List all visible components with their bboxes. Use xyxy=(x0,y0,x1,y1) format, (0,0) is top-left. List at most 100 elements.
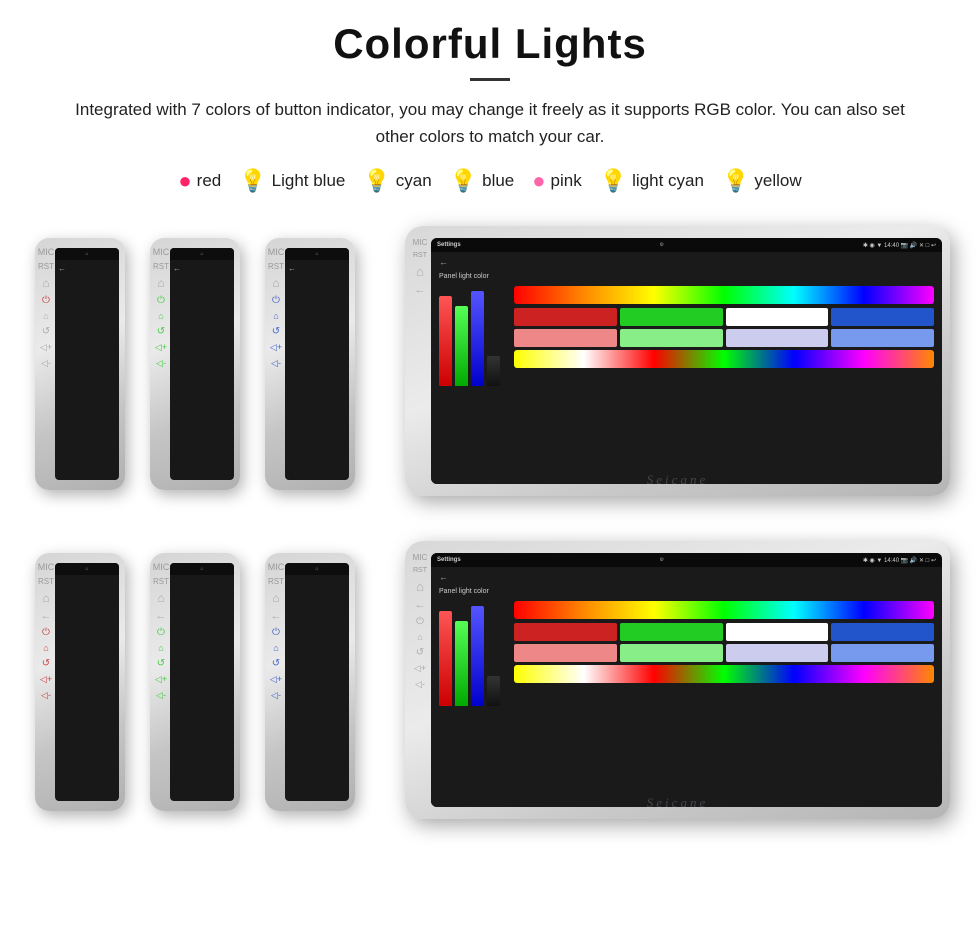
vol2-icon-3: ◁- xyxy=(271,358,281,369)
home2-b1: ⌂ xyxy=(43,643,48,653)
main-left-controls-bottom: MIC RST ⌂ ← ⏻ ⌂ ↺ ◁+ ◁- xyxy=(411,553,429,690)
small-device-b3: MIC RST ⌂ ← ⏻ ⌂ ↺ ◁+ ◁- ⌂ xyxy=(265,553,355,811)
vol-icon-2: ◁+ xyxy=(155,342,167,353)
settings-title-bottom: Settings xyxy=(437,557,461,563)
arrow-3: ← xyxy=(288,264,346,273)
rainbow-row3-top xyxy=(514,350,934,368)
screen-2: ⌂ ← xyxy=(170,248,234,480)
home-b1: ⌂ xyxy=(42,591,49,605)
arrow-b3: ← xyxy=(271,610,282,622)
bar-dark-top xyxy=(487,356,500,386)
screen-body-3: ← xyxy=(285,260,349,279)
rainbow-row3-bottom xyxy=(514,665,934,683)
vol2-b3: ◁- xyxy=(271,690,281,701)
color-item-yellow: 💡 yellow xyxy=(722,168,802,194)
main-vol2-bottom: ◁- xyxy=(415,679,425,690)
arrow-1: ← xyxy=(58,264,116,273)
color-label-cyan: cyan xyxy=(396,171,432,191)
screen-body-2: ← xyxy=(170,260,234,279)
mic-label-1: MIC xyxy=(38,248,55,257)
red-bulb-icon: ● xyxy=(178,168,191,194)
color-label-pink: pink xyxy=(551,171,582,191)
back-icon-2: ↺ xyxy=(157,326,165,337)
sw-green-bottom xyxy=(620,623,723,641)
main-home2-bottom: ⌂ xyxy=(417,632,422,642)
screen-b2: ⌂ xyxy=(170,563,234,801)
home-icon-2: ⌂ xyxy=(157,276,164,290)
sw-lblue-bottom xyxy=(831,644,934,662)
small-device-3: MIC RST ⌂ ⏻ ⌂ ↺ ◁+ ◁- ⌂ ← xyxy=(265,238,355,490)
arrow-2: ← xyxy=(173,264,231,273)
left-controls-b2: MIC RST ⌂ ← ⏻ ⌂ ↺ ◁+ ◁- xyxy=(154,563,168,701)
sw-blue-top xyxy=(831,308,934,326)
arrow-b2: ← xyxy=(156,610,167,622)
color-label-blue: blue xyxy=(482,171,514,191)
home-b2: ⌂ xyxy=(157,591,164,605)
bottom-device-row: MIC RST ⌂ ← ⏻ ⌂ ↺ ◁+ ◁- ⌂ MIC RST ⌂ ← ⏻ xyxy=(30,531,950,831)
sb-b3: ⌂ xyxy=(285,563,349,575)
back-icon-1: ↺ xyxy=(42,326,50,337)
blue-bulb-icon: 💡 xyxy=(450,168,477,194)
main-device-top: MIC RST ⌂ ← Settings ⚙ ✱ ◉ ▼ 14:40 📷 🔊 ✕… xyxy=(405,226,950,496)
main-back-top: ← xyxy=(439,257,934,267)
home2-b3: ⌂ xyxy=(273,643,278,653)
sw-lgray-top xyxy=(726,329,829,347)
vol-b1: ◁+ xyxy=(40,674,52,685)
main-screen-body-top: ← Panel light color xyxy=(431,252,942,484)
home-b3: ⌂ xyxy=(272,591,279,605)
small-device-b2: MIC RST ⌂ ← ⏻ ⌂ ↺ ◁+ ◁- ⌂ xyxy=(150,553,240,811)
settings-usb-bottom: ⚙ xyxy=(660,557,664,563)
panel-label-bottom: Panel light color xyxy=(439,588,934,595)
vert-bars-top xyxy=(439,286,500,386)
sw-red-bottom xyxy=(514,623,617,641)
statusbar-1: ⌂ xyxy=(55,248,119,260)
sb-b1: ⌂ xyxy=(55,563,119,575)
color-item-pink: ● pink xyxy=(532,168,581,194)
swatches-section-top xyxy=(514,286,934,386)
main-back2-bottom: ↺ xyxy=(416,647,424,658)
rainbow-top xyxy=(514,286,934,304)
rainbow-bottom xyxy=(514,601,934,619)
bar-blue-top xyxy=(471,291,484,386)
color-indicators-row: ● red 💡 Light blue 💡 cyan 💡 blue ● pink … xyxy=(30,168,950,194)
main-device-bottom: MIC RST ⌂ ← ⏻ ⌂ ↺ ◁+ ◁- Settings ⚙ ✱ ◉ ▼… xyxy=(405,541,950,819)
home2-icon-2: ⌂ xyxy=(158,311,163,321)
screen-3: ⌂ ← xyxy=(285,248,349,480)
bar-red-top xyxy=(439,296,452,386)
color-label-yellow: yellow xyxy=(754,171,801,191)
mic-b3: MIC xyxy=(268,563,285,572)
swatch-row2-bottom xyxy=(514,644,934,662)
vol2-b2: ◁- xyxy=(156,690,166,701)
pink-bulb-icon: ● xyxy=(532,168,545,194)
yellow-bulb-icon: 💡 xyxy=(722,168,749,194)
sw-red-top xyxy=(514,308,617,326)
description-text: Integrated with 7 colors of button indic… xyxy=(60,96,920,150)
arrow-b1: ← xyxy=(41,610,52,622)
color-item-cyan: 💡 cyan xyxy=(363,168,431,194)
rst-label-1: RST xyxy=(38,262,54,271)
power-icon-3: ⏻ xyxy=(272,295,280,306)
power-icon-2: ⏻ xyxy=(157,295,165,306)
color-panel-bottom xyxy=(439,601,934,706)
screen-body-1: ← xyxy=(55,260,119,279)
pow-b2: ⏻ xyxy=(157,627,165,638)
screen-b3: ⌂ xyxy=(285,563,349,801)
settings-title-top: Settings xyxy=(437,242,461,248)
vol2-icon-1: ◁- xyxy=(41,358,51,369)
time-bottom: ✱ ◉ ▼ 14:40 📷 🔊 ✕ □ ↩ xyxy=(863,557,936,564)
settings-icon-top: ⚙ xyxy=(660,242,664,248)
back-b1: ↺ xyxy=(42,658,50,669)
main-screen-top: Settings ⚙ ✱ ◉ ▼ 14:40 📷 🔊 ✕ □ ↩ ← Panel… xyxy=(431,238,942,484)
sw-green-top xyxy=(620,308,723,326)
main-left-controls-top: MIC RST ⌂ ← xyxy=(411,238,429,296)
screen-b1: ⌂ xyxy=(55,563,119,801)
vol-b2: ◁+ xyxy=(155,674,167,685)
small-device-1: MIC RST ⌂ ⏻ ⌂ ↺ ◁+ ◁- ⌂ ← xyxy=(35,238,125,490)
lightcyan-bulb-icon: 💡 xyxy=(600,168,627,194)
panel-label-top: Panel light color xyxy=(439,273,934,280)
swatch-row2-top xyxy=(514,329,934,347)
color-panel-top xyxy=(439,286,934,386)
vol2-icon-2: ◁- xyxy=(156,358,166,369)
home2-icon-3: ⌂ xyxy=(273,311,278,321)
left-controls-b1: MIC RST ⌂ ← ⏻ ⌂ ↺ ◁+ ◁- xyxy=(39,563,53,701)
